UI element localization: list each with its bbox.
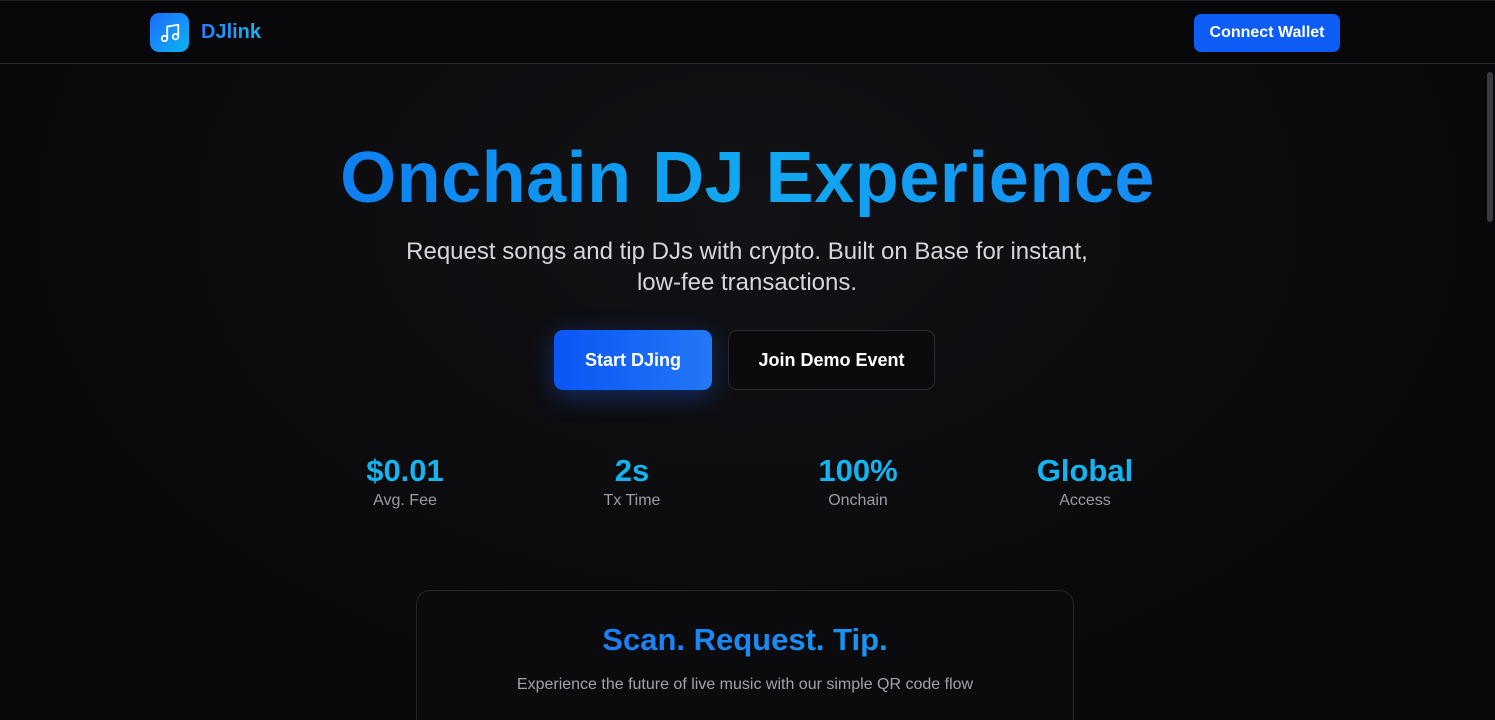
stat-value: 100% (818, 453, 898, 488)
top-navbar: DJlink Connect Wallet (0, 0, 1495, 64)
stat-onchain: 100% Onchain (758, 452, 958, 511)
qr-flow-card: Scan. Request. Tip. Experience the futur… (416, 590, 1074, 720)
start-djing-button[interactable]: Start DJing (554, 330, 712, 390)
stat-value: 2s (614, 453, 650, 488)
hero-title: Onchain DJ Experience (0, 136, 1495, 220)
stat-tx-time: 2s Tx Time (532, 452, 732, 511)
connect-wallet-button[interactable]: Connect Wallet (1194, 14, 1340, 52)
join-demo-event-button[interactable]: Join Demo Event (728, 330, 935, 390)
stat-label: Tx Time (603, 492, 661, 509)
brand[interactable]: DJlink (150, 13, 261, 52)
card-title: Scan. Request. Tip. (417, 621, 1073, 659)
stat-label: Onchain (828, 492, 888, 509)
stat-label: Avg. Fee (373, 492, 437, 509)
brand-name: DJlink (201, 21, 262, 43)
card-subtitle: Experience the future of live music with… (516, 676, 974, 693)
stat-access: Global Access (985, 452, 1185, 511)
stat-value: $0.01 (366, 453, 444, 488)
music-note-icon (150, 13, 189, 52)
stat-avg-fee: $0.01 Avg. Fee (305, 452, 505, 511)
stat-label: Access (1059, 492, 1111, 509)
stat-value: Global (1036, 453, 1134, 488)
hero-subtitle: Request songs and tip DJs with crypto. B… (406, 238, 1088, 296)
